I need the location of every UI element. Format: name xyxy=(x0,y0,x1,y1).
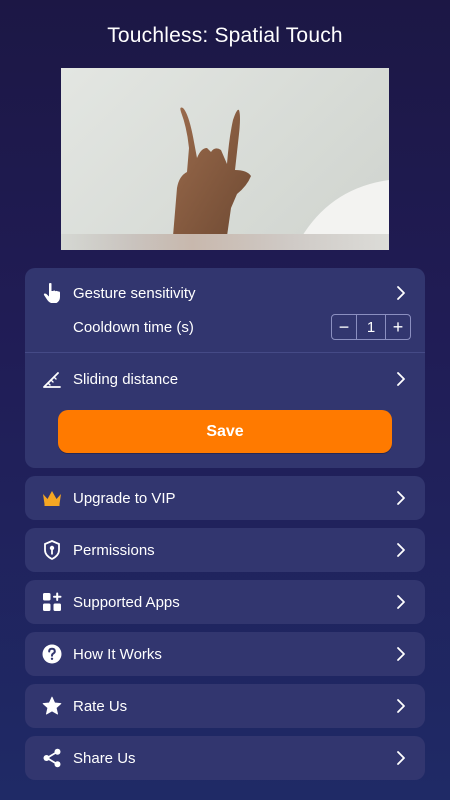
share-icon xyxy=(41,747,63,769)
cooldown-value: 1 xyxy=(356,315,386,339)
chevron-right-icon xyxy=(395,542,407,558)
rate-us-label: Rate Us xyxy=(73,697,128,715)
cooldown-stepper: − 1 + xyxy=(331,314,411,340)
apps-grid-icon xyxy=(41,591,63,613)
cooldown-time-label: Cooldown time (s) xyxy=(73,318,194,336)
sliding-distance-label: Sliding distance xyxy=(73,370,179,388)
hand-gesture-image xyxy=(173,107,389,250)
rate-us-card[interactable]: Rate Us xyxy=(25,684,425,728)
chevron-right-icon xyxy=(395,371,407,387)
increment-button[interactable]: + xyxy=(386,315,410,339)
permissions-card[interactable]: Permissions xyxy=(25,528,425,572)
upgrade-vip-label: Upgrade to VIP xyxy=(73,489,176,507)
gesture-sensitivity-label: Gesture sensitivity xyxy=(73,284,196,302)
share-us-row[interactable]: Share Us xyxy=(25,736,425,780)
sleeve-blur xyxy=(61,234,389,250)
hand-pointer-icon xyxy=(41,282,63,304)
permissions-row[interactable]: Permissions xyxy=(25,528,425,572)
supported-apps-row[interactable]: Supported Apps xyxy=(25,580,425,624)
supported-apps-card[interactable]: Supported Apps xyxy=(25,580,425,624)
divider xyxy=(25,352,425,353)
camera-preview xyxy=(61,68,389,250)
chevron-right-icon xyxy=(395,750,407,766)
chevron-right-icon xyxy=(395,285,407,301)
settings-card: Gesture sensitivity Cooldown time (s) − … xyxy=(25,268,425,468)
upgrade-vip-row[interactable]: Upgrade to VIP xyxy=(25,476,425,520)
how-it-works-card[interactable]: How It Works xyxy=(25,632,425,676)
supported-apps-label: Supported Apps xyxy=(73,593,180,611)
cooldown-time-row: Cooldown time (s) − 1 + xyxy=(25,304,425,350)
share-us-label: Share Us xyxy=(73,749,136,767)
upgrade-vip-card[interactable]: Upgrade to VIP xyxy=(25,476,425,520)
chevron-right-icon xyxy=(395,698,407,714)
how-it-works-row[interactable]: How It Works xyxy=(25,632,425,676)
app-title: Touchless: Spatial Touch xyxy=(107,24,343,47)
rate-us-row[interactable]: Rate Us xyxy=(25,684,425,728)
question-icon xyxy=(41,643,63,665)
chevron-right-icon xyxy=(395,594,407,610)
save-button[interactable]: Save xyxy=(58,410,392,453)
share-us-card[interactable]: Share Us xyxy=(25,736,425,780)
chevron-right-icon xyxy=(395,646,407,662)
decrement-button[interactable]: − xyxy=(332,315,356,339)
how-it-works-label: How It Works xyxy=(73,645,162,663)
shield-key-icon xyxy=(41,539,63,561)
permissions-label: Permissions xyxy=(73,541,155,559)
ruler-icon xyxy=(41,368,63,390)
chevron-right-icon xyxy=(395,490,407,506)
star-icon xyxy=(41,695,63,717)
sliding-distance-row[interactable]: Sliding distance xyxy=(25,357,425,401)
crown-icon xyxy=(41,487,63,509)
